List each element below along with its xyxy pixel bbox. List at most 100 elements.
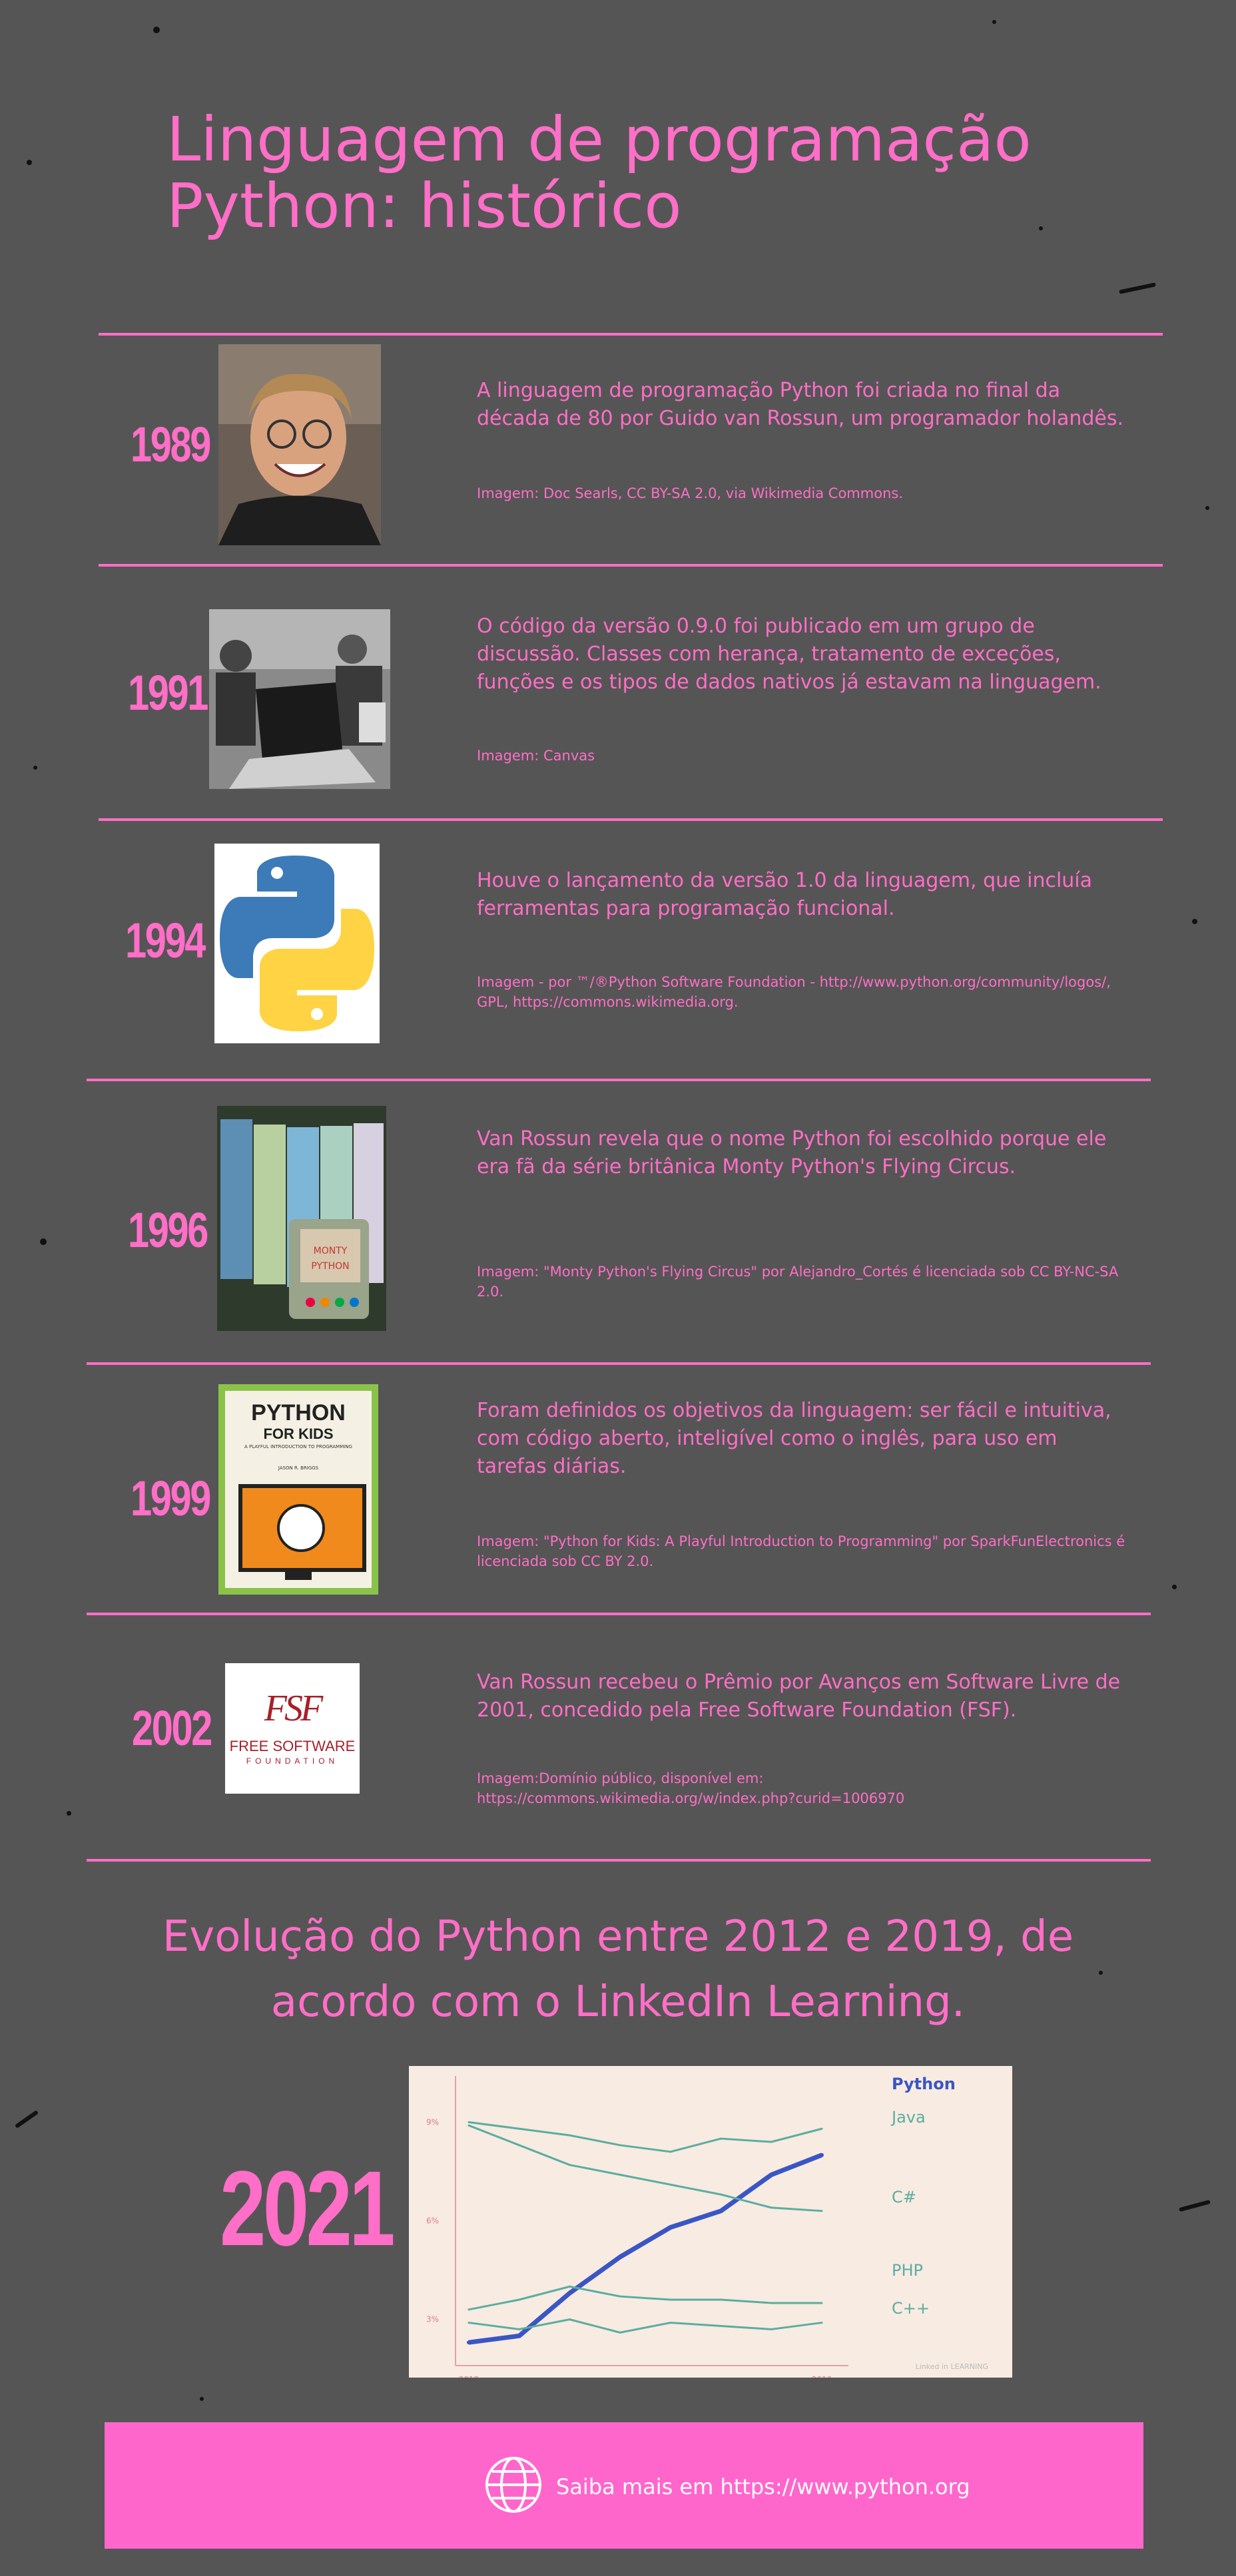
book-subtitle: A PLAYFUL INTRODUCTION TO PROGRAMMING — [244, 1444, 352, 1449]
image-credit: Imagem: Canvas — [477, 748, 595, 764]
data-point — [568, 2318, 571, 2321]
data-point — [467, 2124, 470, 2127]
data-point — [517, 2334, 521, 2338]
data-point — [720, 2298, 723, 2301]
book-title: PYTHON — [251, 1400, 346, 1425]
data-point — [669, 2183, 672, 2186]
timeline-year: 1999 — [131, 1471, 211, 1526]
divider — [87, 1362, 1151, 1365]
y-tick-label: 9% — [426, 2117, 439, 2127]
timeline-year: 1989 — [131, 417, 211, 472]
data-point — [467, 2121, 470, 2123]
timeline-text: Van Rossun recebeu o Prêmio por Avanços … — [477, 1671, 1121, 1722]
timeline-year: 1996 — [128, 1202, 208, 1258]
svg-text:PYTHON: PYTHON — [311, 1261, 349, 1272]
divider — [99, 818, 1163, 821]
line-chart: 9% 6% 3% 2012 2019 Python Java C# PHP C++ Linked i… — [409, 2066, 1012, 2384]
data-point — [669, 2322, 672, 2324]
timeline-text: Houve o lançamento da versão 1.0 da ling… — [477, 869, 1093, 920]
book-author: JASON R. BRIGGS — [278, 1465, 319, 1471]
data-point — [467, 2308, 470, 2311]
image-credit: Imagem - por ™/®Python Software Foundati… — [477, 974, 1111, 1010]
y-tick-label: 6% — [426, 2216, 439, 2226]
data-point — [820, 2127, 823, 2130]
data-point — [518, 2144, 521, 2147]
data-point — [518, 2328, 521, 2330]
x-tick-label: 2012 — [459, 2375, 479, 2378]
image-credit: Imagem: "Monty Python's Flying Circus" p… — [477, 1264, 1119, 1300]
legend-label: C# — [892, 2188, 916, 2206]
python-logo — [214, 844, 380, 1043]
legend-label: Python — [892, 2075, 956, 2093]
data-point — [820, 2322, 823, 2324]
legend-label: Java — [890, 2108, 926, 2127]
fsf-line1: FREE SOFTWARE — [229, 1738, 356, 1754]
page-title: Linguagem de programação Python: históri… — [166, 104, 1032, 242]
chart-watermark: Linked in LEARNING — [916, 2362, 988, 2371]
data-point — [719, 2208, 723, 2213]
timeline-text: Foram definidos os objetivos da linguage… — [477, 1399, 1111, 1478]
data-point — [770, 2302, 772, 2304]
data-point — [568, 2285, 571, 2288]
series-line-c- — [468, 2124, 822, 2212]
image-credit: Imagem: Doc Searls, CC BY-SA 2.0, via Wi… — [477, 485, 903, 501]
data-point — [770, 2206, 772, 2209]
fsf-logo: FSF FREE SOFTWARE FOUNDATION — [225, 1663, 360, 1794]
series-line-java — [468, 2121, 822, 2153]
globe-icon — [485, 2457, 541, 2513]
chart-svg: 9% 6% 3% 2012 2019 Python Java C# PHP C++ Linked i… — [426, 2075, 988, 2384]
data-point — [820, 2210, 823, 2212]
footer-link[interactable]: Saiba mais em https://www.python.org — [556, 2474, 970, 2499]
data-point — [720, 2325, 723, 2327]
series-line-php — [468, 2285, 822, 2311]
data-point — [770, 2328, 772, 2330]
divider — [87, 1079, 1151, 1081]
data-point — [518, 2127, 521, 2130]
data-point — [769, 2173, 774, 2177]
fsf-mark: FSF — [264, 1688, 323, 1729]
image-credit: Imagem:Domínio público, disponível em: h… — [477, 1770, 905, 1806]
fsf-line2: FOUNDATION — [246, 1756, 339, 1766]
data-point — [518, 2298, 521, 2301]
data-point — [669, 2298, 672, 2301]
data-point — [820, 2302, 823, 2304]
laptop-meeting-photo — [209, 609, 390, 789]
y-tick-label: 3% — [426, 2315, 439, 2324]
evolution-heading: Evolução do Python entre 2012 e 2019, de… — [162, 1912, 1074, 2027]
data-point — [720, 2137, 723, 2140]
portrait-photo — [218, 344, 381, 545]
data-point — [467, 2322, 470, 2324]
x-tick-label: 2019 — [812, 2375, 832, 2378]
timeline-text: Van Rossun revela que o nome Python foi … — [477, 1127, 1107, 1178]
data-point — [619, 2331, 621, 2334]
data-point — [568, 2134, 571, 2137]
divider — [87, 1859, 1151, 1862]
data-point — [669, 2151, 672, 2153]
monty-python-dvds-photo: MONTY PYTHON — [217, 1106, 386, 1331]
divider — [99, 333, 1163, 336]
timeline-text: O código da versão 0.9.0 foi publicado e… — [477, 615, 1101, 694]
data-point — [770, 2141, 772, 2143]
data-point — [668, 2225, 673, 2230]
data-point — [820, 2153, 824, 2157]
python-for-kids-book: PYTHON FOR KIDS A PLAYFUL INTRODUCTION T… — [218, 1384, 378, 1595]
series-line-python — [468, 2153, 823, 2345]
timeline-year: 1991 — [128, 665, 208, 720]
legend-label: PHP — [892, 2261, 923, 2280]
timeline-text: A linguagem de programação Python foi cr… — [477, 379, 1124, 430]
legend-label: C++ — [892, 2299, 930, 2318]
year-2021: 2021 — [220, 2149, 396, 2268]
data-point — [568, 2164, 571, 2167]
divider — [87, 1613, 1151, 1615]
data-point — [467, 2340, 471, 2345]
data-point — [567, 2291, 572, 2296]
divider — [99, 564, 1163, 567]
data-point — [619, 2295, 621, 2298]
data-point — [619, 2173, 621, 2176]
timeline-year: 1994 — [125, 913, 206, 968]
svg-text:MONTY: MONTY — [314, 1246, 348, 1256]
timeline-year: 2002 — [132, 1700, 212, 1756]
footer-banner: Saiba mais em https://www.python.org — [105, 2422, 1143, 2549]
data-point — [720, 2193, 723, 2196]
data-point — [619, 2144, 621, 2147]
